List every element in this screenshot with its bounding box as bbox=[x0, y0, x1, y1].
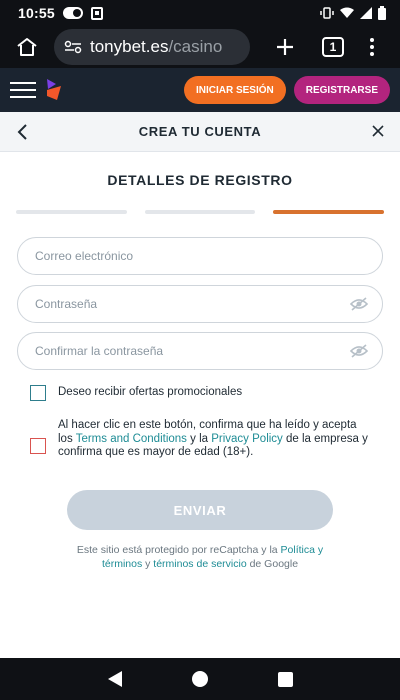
plus-icon bbox=[277, 39, 293, 55]
terms-conditions-link[interactable]: Terms and Conditions bbox=[76, 433, 187, 445]
nav-home-icon[interactable] bbox=[191, 671, 208, 687]
wifi-icon bbox=[340, 7, 354, 18]
password-placeholder: Contraseña bbox=[35, 297, 98, 311]
nav-back-icon[interactable] bbox=[107, 671, 122, 687]
url-host: tonybet.es bbox=[90, 37, 169, 56]
new-tab-button[interactable] bbox=[270, 32, 300, 62]
submit-button[interactable]: ENVIAR bbox=[67, 490, 333, 530]
home-button[interactable] bbox=[10, 30, 44, 64]
confirm-password-field[interactable]: Confirmar la contraseña bbox=[17, 332, 383, 370]
terms-checkbox[interactable] bbox=[30, 438, 46, 454]
terms-text-part2: y la bbox=[186, 432, 212, 445]
browser-toolbar: tonybet.es/casino 1 bbox=[0, 26, 400, 68]
recaptcha-text-part1: Este sitio está protegido por reCaptcha … bbox=[76, 544, 281, 556]
recaptcha-text-part2: y bbox=[142, 557, 154, 570]
terms-checkbox-row: Al hacer clic en este botón, confirma qu… bbox=[30, 419, 368, 460]
home-icon bbox=[17, 38, 37, 56]
login-button[interactable]: INICIAR SESIÓN bbox=[183, 76, 286, 104]
android-nav-bar bbox=[0, 658, 400, 700]
eye-off-icon[interactable] bbox=[350, 344, 368, 358]
status-bar: 10:55 bbox=[0, 0, 400, 26]
recaptcha-notice: Este sitio está protegido por reCaptcha … bbox=[60, 544, 340, 571]
email-placeholder: Correo electrónico bbox=[35, 249, 134, 263]
register-button[interactable]: REGISTRARSE bbox=[293, 76, 390, 104]
close-icon[interactable] bbox=[372, 125, 384, 137]
email-field[interactable]: Correo electrónico bbox=[17, 237, 383, 275]
recaptcha-terms-link[interactable]: términos de servicio bbox=[153, 558, 246, 570]
tab-switcher-button[interactable]: 1 bbox=[322, 37, 344, 57]
tonybet-logo[interactable] bbox=[44, 78, 64, 102]
status-time: 10:55 bbox=[18, 5, 55, 21]
recaptcha-text-part3: de Google bbox=[246, 557, 299, 570]
terms-text: Al hacer clic en este botón, confirma qu… bbox=[58, 419, 368, 460]
hamburger-menu-icon[interactable] bbox=[10, 82, 38, 98]
address-bar[interactable]: tonybet.es/casino bbox=[54, 29, 250, 65]
privacy-policy-link[interactable]: Privacy Policy bbox=[211, 433, 283, 445]
promo-checkbox[interactable] bbox=[30, 385, 46, 401]
url-path: /casino bbox=[168, 37, 223, 56]
site-settings-icon bbox=[64, 40, 82, 54]
back-arrow-icon[interactable] bbox=[16, 122, 30, 142]
confirm-password-placeholder: Confirmar la contraseña bbox=[35, 344, 164, 358]
site-header: INICIAR SESIÓN REGISTRARSE bbox=[0, 68, 400, 112]
progress-step-1 bbox=[16, 210, 127, 214]
progress-step-3 bbox=[273, 210, 385, 214]
vibrate-icon bbox=[320, 7, 334, 19]
progress-step-2 bbox=[144, 210, 256, 214]
password-field[interactable]: Contraseña bbox=[17, 285, 383, 323]
notification-icon bbox=[90, 6, 103, 20]
eye-off-icon[interactable] bbox=[350, 297, 368, 311]
step-progress bbox=[16, 210, 385, 214]
modal-header: CREA TU CUENTA bbox=[0, 112, 400, 152]
promo-checkbox-row: Deseo recibir ofertas promocionales bbox=[30, 385, 368, 401]
signal-icon bbox=[360, 7, 372, 19]
url-text: tonybet.es/casino bbox=[90, 37, 222, 57]
battery-icon bbox=[378, 6, 386, 20]
section-title: DETALLES DE REGISTRO bbox=[107, 172, 293, 188]
nav-recents-icon[interactable] bbox=[277, 671, 293, 687]
promo-label: Deseo recibir ofertas promocionales bbox=[58, 386, 243, 399]
toggle-status-icon bbox=[62, 7, 83, 19]
browser-menu-button[interactable] bbox=[370, 38, 374, 56]
modal-title: CREA TU CUENTA bbox=[138, 124, 262, 139]
